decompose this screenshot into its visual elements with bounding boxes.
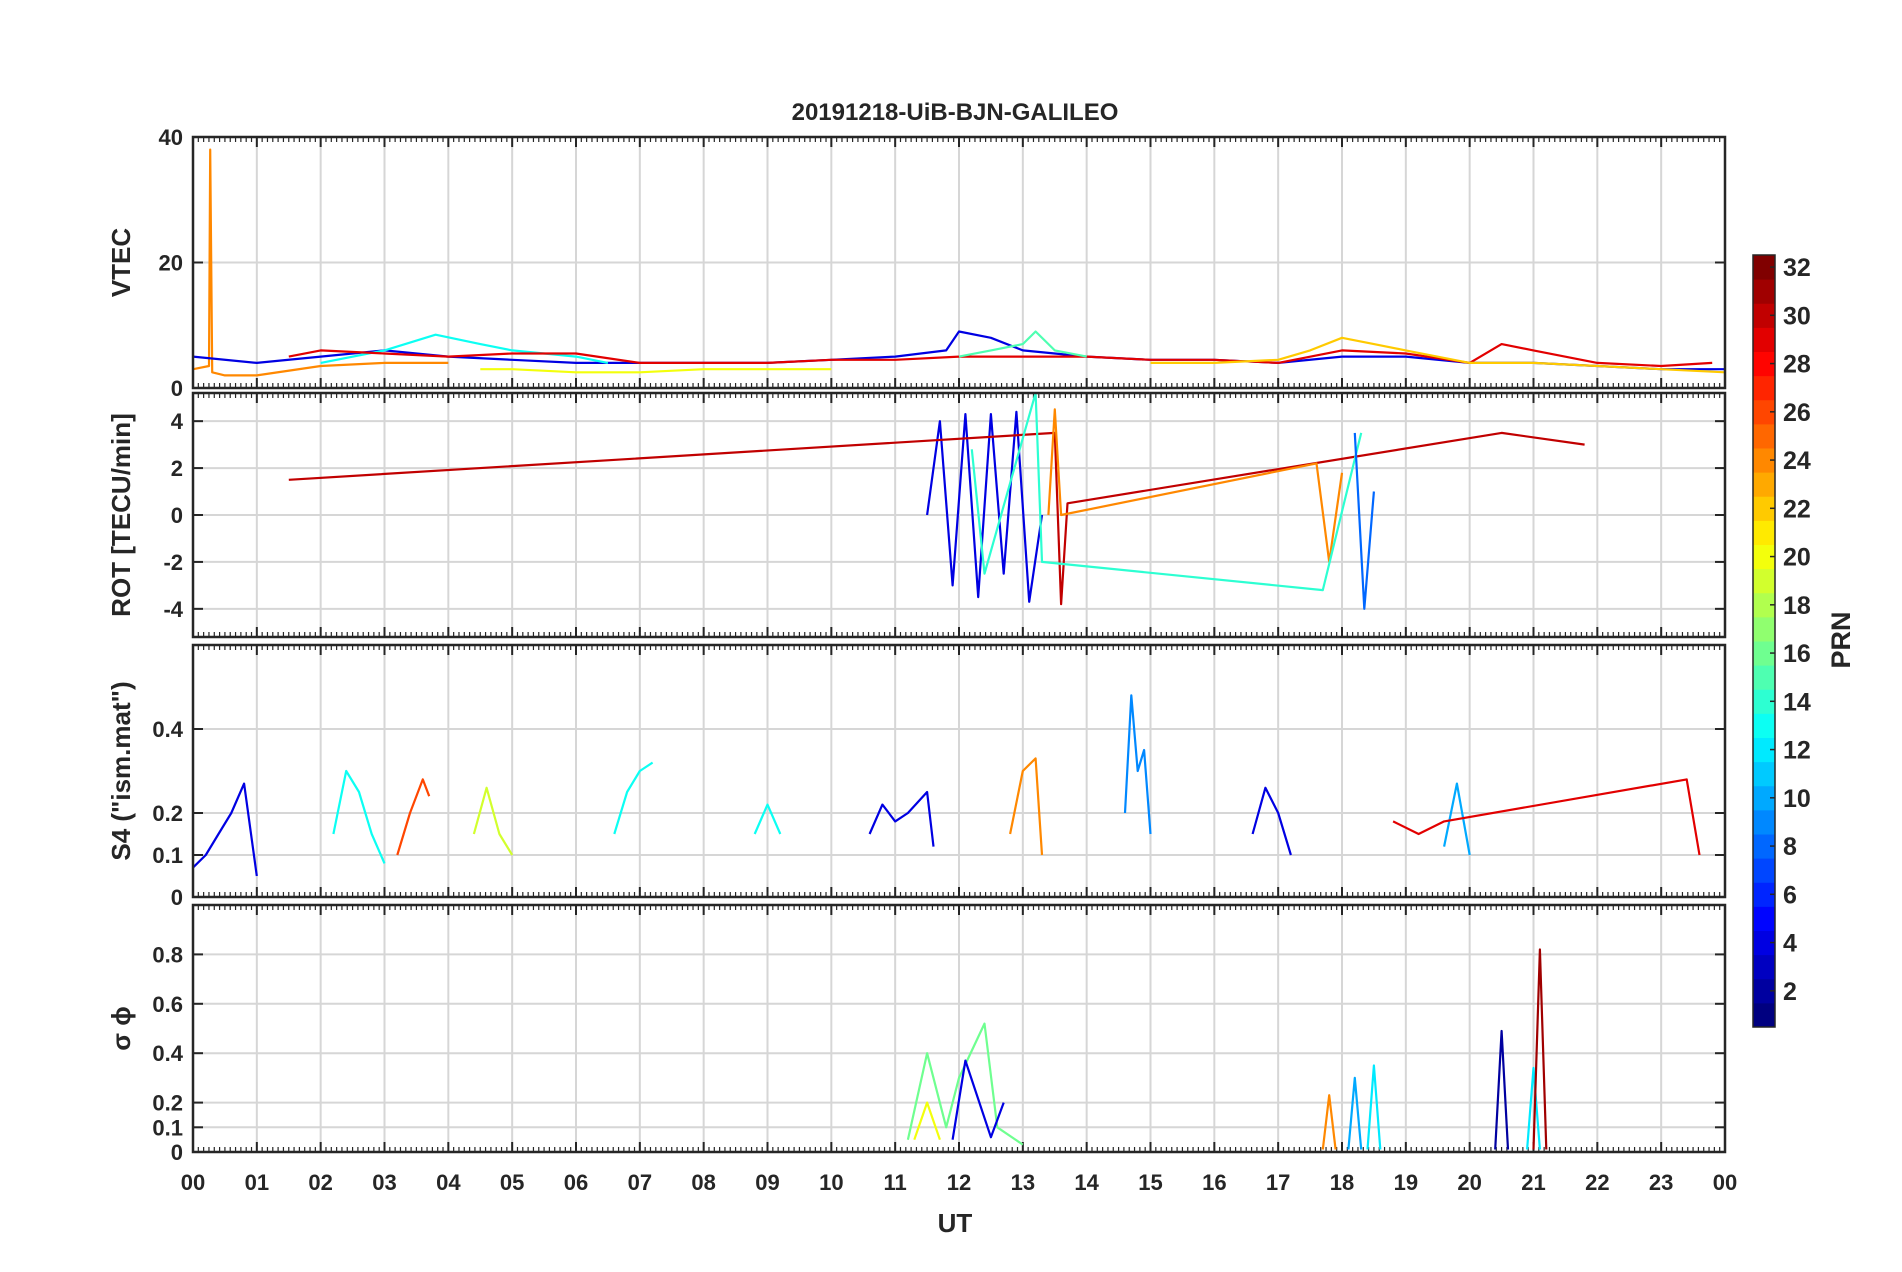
x-tick-label: 04 xyxy=(436,1170,461,1195)
y-tick-label: 0 xyxy=(171,376,183,401)
y-tick-label: 2 xyxy=(171,456,183,481)
y-tick-label: 0 xyxy=(171,885,183,910)
y-tick-label: 0 xyxy=(171,503,183,528)
y-tick-label: 0.4 xyxy=(152,1041,183,1066)
x-tick-label: 20 xyxy=(1457,1170,1481,1195)
x-tick-label: 03 xyxy=(372,1170,396,1195)
x-tick-label: 18 xyxy=(1330,1170,1354,1195)
colorbar: 2468101214161820222426283032 xyxy=(1752,254,1811,1028)
panel-sigma_phi: 00.10.2 0.4 0.6 0.8 σ ϕ xyxy=(106,903,1727,1165)
y-tick-label: 20 xyxy=(159,251,183,276)
colorbar-tick-label: 12 xyxy=(1783,737,1811,765)
colorbar-tick-label: 30 xyxy=(1783,302,1811,330)
x-tick-label: 21 xyxy=(1521,1170,1545,1195)
panel-VTEC: 0 20 40 VTEC xyxy=(106,125,1727,401)
x-tick-label: 05 xyxy=(500,1170,524,1195)
y-tick-label: 0.1 xyxy=(152,1115,183,1140)
colorbar-swatch xyxy=(1753,1002,1775,1028)
y-tick-label: 0 xyxy=(171,1140,183,1165)
colorbar-swatch xyxy=(1753,616,1775,642)
x-tick-label: 23 xyxy=(1649,1170,1673,1195)
x-tick-label: 06 xyxy=(564,1170,588,1195)
x-tick-label: 19 xyxy=(1394,1170,1418,1195)
colorbar-tick-label: 2 xyxy=(1783,978,1797,1006)
colorbar-tick-label: 14 xyxy=(1783,688,1811,716)
colorbar-swatch xyxy=(1753,520,1775,545)
y-tick-label: 4 xyxy=(171,409,184,434)
colorbar-swatch xyxy=(1753,809,1775,835)
y-tick-label: 0.8 xyxy=(152,942,183,967)
colorbar-tick-label: 6 xyxy=(1783,881,1797,909)
x-tick-label: 02 xyxy=(308,1170,332,1195)
x-tick-label: 01 xyxy=(245,1170,269,1195)
x-tick-label: 13 xyxy=(1011,1170,1035,1195)
panel-S4: 0 0.1 0.2 0.4 S4 ("ism.mat") xyxy=(106,643,1727,910)
colorbar-swatch xyxy=(1753,665,1775,690)
x-tick-label: 16 xyxy=(1202,1170,1226,1195)
x-tick-label: 10 xyxy=(819,1170,843,1195)
x-axis-label: UT xyxy=(938,1208,973,1238)
colorbar-swatch xyxy=(1753,279,1775,304)
x-tick-label: 00 xyxy=(181,1170,205,1195)
y-axis-label: σ ϕ xyxy=(106,1006,136,1051)
y-tick-label: 40 xyxy=(159,125,183,150)
colorbar-swatch xyxy=(1753,472,1775,497)
y-tick-label: 0.4 xyxy=(152,717,183,742)
colorbar-tick-label: 24 xyxy=(1783,447,1811,475)
colorbar-tick-label: 16 xyxy=(1783,640,1811,668)
colorbar-tick-label: 26 xyxy=(1783,399,1811,427)
x-tick-label: 22 xyxy=(1585,1170,1609,1195)
x-tick-label: 17 xyxy=(1266,1170,1290,1195)
colorbar-tick-label: 10 xyxy=(1783,785,1811,813)
colorbar-swatch xyxy=(1753,713,1775,738)
x-tick-label: 08 xyxy=(691,1170,715,1195)
colorbar-tick-label: 8 xyxy=(1783,833,1797,861)
y-tick-label: 0.2 xyxy=(152,1091,183,1116)
y-axis-label: VTEC xyxy=(106,228,136,298)
panels: 02040VTEC-4-2024ROT [TECU/min]00.10.20.4… xyxy=(106,125,1727,1165)
y-tick-label: -4 xyxy=(163,597,183,622)
colorbar-swatch xyxy=(1753,761,1775,787)
x-tick-label: 11 xyxy=(884,1170,907,1195)
y-tick-label: 0.1 xyxy=(152,843,183,868)
colorbar-swatch xyxy=(1753,327,1775,352)
y-axis-label: ROT [TECU/min] xyxy=(106,413,136,617)
colorbar-tick-label: 32 xyxy=(1783,254,1811,282)
x-tick-label: 07 xyxy=(628,1170,652,1195)
colorbar-swatch xyxy=(1753,858,1775,883)
x-tick-label: 09 xyxy=(755,1170,779,1195)
colorbar-tick-label: 22 xyxy=(1783,495,1811,523)
x-tick-label: 14 xyxy=(1074,1170,1099,1195)
y-tick-label: -2 xyxy=(163,550,183,575)
colorbar-swatch xyxy=(1753,906,1775,931)
x-tick-label: 15 xyxy=(1138,1170,1162,1195)
colorbar-label: PRN xyxy=(1826,611,1856,668)
figure: 20191218-UiB-BJN-GALILEO 02040VTEC-4-202… xyxy=(106,99,1856,1238)
figure-title: 20191218-UiB-BJN-GALILEO xyxy=(792,99,1119,126)
colorbar-tick-label: 20 xyxy=(1783,544,1811,572)
colorbar-swatch xyxy=(1753,375,1775,401)
panel-ROT: -4 -2 0 2 4 ROT [TECU/min] xyxy=(106,391,1727,639)
y-tick-label: 0.2 xyxy=(152,801,183,826)
colorbar-swatch xyxy=(1753,568,1775,594)
x-tick-label: 12 xyxy=(947,1170,971,1195)
colorbar-swatch xyxy=(1753,954,1775,980)
x-axis: 00 01 02 03 04 05 06 07 08 09 10 11 12 13 14 15 16 17 18 19… xyxy=(181,1170,1737,1195)
colorbar-tick-label: 28 xyxy=(1783,351,1811,379)
y-axis-label: S4 ("ism.mat") xyxy=(106,681,136,860)
colorbar-tick-label: 18 xyxy=(1783,592,1811,620)
colorbar-swatch xyxy=(1753,423,1775,449)
colorbar-tick-label: 4 xyxy=(1783,930,1797,958)
y-tick-label: 0.6 xyxy=(152,992,183,1017)
x-tick-label: 00 xyxy=(1713,1170,1737,1195)
